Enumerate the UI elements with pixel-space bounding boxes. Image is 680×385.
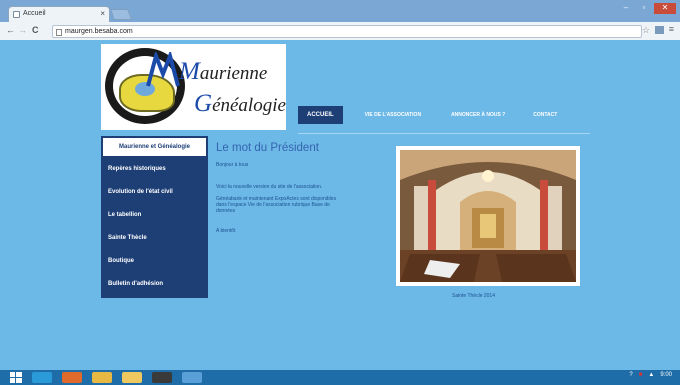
help-icon[interactable]: ?	[629, 372, 632, 378]
forward-icon[interactable]: →	[18, 25, 27, 35]
internet-explorer-icon[interactable]	[32, 372, 52, 383]
minimize-icon[interactable]: –	[618, 3, 634, 14]
window-app-icon[interactable]	[182, 372, 202, 383]
greeting-text: Bonjour à tous	[216, 162, 249, 168]
tab-title: Accueil	[23, 10, 46, 17]
site-logo[interactable]: Maurienne Généalogie	[101, 44, 286, 130]
media-player-icon[interactable]	[62, 372, 82, 383]
folder-icon[interactable]	[122, 372, 142, 383]
windows-start-icon[interactable]	[10, 372, 22, 383]
nav-accueil[interactable]: ACCUEIL	[298, 106, 343, 124]
browser-menu-icon[interactable]: ≡	[669, 24, 674, 34]
sidebar-item-maurienne[interactable]: Maurienne et Généalogie	[101, 136, 208, 158]
page-title: Le mot du Président	[216, 142, 319, 154]
browser-toolbar: ← → C maurgen.besaba.com ☆ ≡	[0, 22, 680, 40]
sidebar-item-sainte-thecle[interactable]: Sainte Thècle	[101, 227, 208, 250]
intro-paragraph: Voici la nouvelle version du site de l'a…	[216, 184, 323, 190]
back-icon[interactable]: ←	[6, 25, 15, 35]
system-tray: ? ■ ▲ 9:00	[629, 372, 672, 378]
photo-caption: Sainte Thècle 2014	[452, 293, 495, 299]
clock[interactable]: 9:00	[660, 372, 672, 378]
tab-strip: Accueil × – ▫ ✕	[0, 0, 680, 22]
browser-chrome: Accueil × – ▫ ✕ ← → C maurgen.besaba.com…	[0, 0, 680, 40]
new-tab-button[interactable]	[109, 9, 133, 20]
page-icon	[56, 29, 62, 36]
church-photo-frame	[396, 146, 580, 286]
file-explorer-icon[interactable]	[92, 372, 112, 383]
logo-line1: Maurienne	[179, 58, 268, 85]
url-text: maurgen.besaba.com	[65, 28, 133, 35]
browser-tab[interactable]: Accueil ×	[8, 6, 110, 22]
top-navigation: ACCUEIL VIE DE L'ASSOCIATION ANNONCER À …	[298, 106, 557, 124]
tab-close-icon[interactable]: ×	[100, 9, 105, 18]
extension-icon[interactable]	[655, 26, 664, 34]
camera-app-icon[interactable]	[152, 372, 172, 383]
window-controls: – ▫ ✕	[618, 3, 676, 14]
network-icon[interactable]: ▲	[648, 372, 654, 378]
maximize-icon[interactable]: ▫	[636, 3, 652, 14]
sidebar-item-reperes[interactable]: Repères historiques	[101, 158, 208, 181]
window-close-icon[interactable]: ✕	[654, 3, 676, 14]
closing-text: A bientôt	[216, 228, 236, 234]
info-paragraph: Généabank et maintenant ExpoActes sont d…	[216, 196, 337, 214]
logo-line2: Généalogie	[194, 90, 286, 117]
flag-icon[interactable]: ■	[639, 372, 643, 378]
logo-mountain-icon	[146, 52, 180, 87]
nav-vie-association[interactable]: VIE DE L'ASSOCIATION	[365, 112, 421, 118]
page-favicon-icon	[13, 11, 20, 18]
sidebar-item-etat-civil[interactable]: Evolution de l'état civil	[101, 181, 208, 204]
bookmark-star-icon[interactable]: ☆	[642, 25, 650, 36]
sidebar-item-boutique[interactable]: Boutique	[101, 250, 208, 273]
reload-icon[interactable]: C	[32, 25, 39, 35]
address-bar[interactable]: maurgen.besaba.com	[52, 25, 642, 38]
church-interior-image	[400, 150, 576, 282]
main-content: Le mot du Président Bonjour à tous Voici…	[216, 142, 396, 240]
side-navigation: Maurienne et Généalogie Repères historiq…	[101, 136, 208, 298]
nav-annoncer[interactable]: ANNONCER À NOUS ?	[451, 112, 505, 118]
web-page: Maurienne Généalogie ACCUEIL VIE DE L'AS…	[0, 40, 680, 370]
sidebar-item-tabellion[interactable]: Le tabellion	[101, 204, 208, 227]
sidebar-item-bulletin[interactable]: Bulletin d'adhésion	[101, 273, 208, 296]
windows-taskbar: ? ■ ▲ 9:00	[0, 370, 680, 385]
nav-contact[interactable]: CONTACT	[533, 112, 557, 118]
nav-divider	[298, 133, 590, 134]
